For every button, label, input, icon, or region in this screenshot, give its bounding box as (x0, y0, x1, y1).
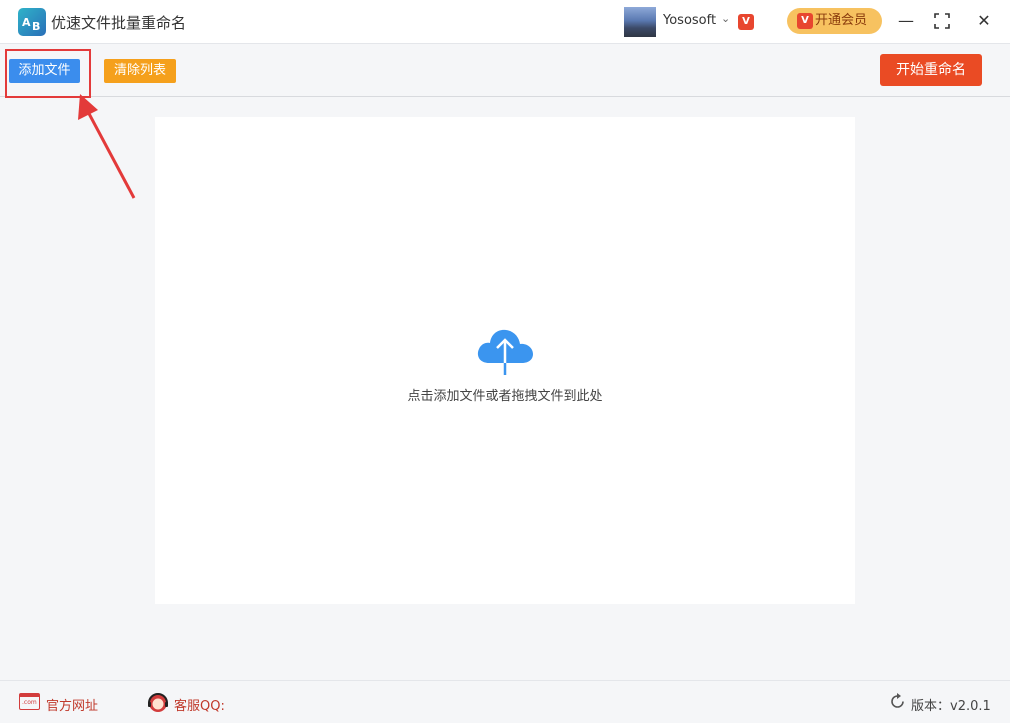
customer-service-icon[interactable] (146, 691, 170, 715)
annotation-arrow-icon (78, 94, 136, 199)
minimize-icon[interactable]: — (893, 8, 919, 34)
open-vip-label: 开通会员 (815, 13, 868, 28)
file-drop-zone[interactable]: 点击添加文件或者拖拽文件到此处 (155, 117, 855, 604)
app-title: 优速文件批量重命名 (51, 14, 187, 32)
clear-list-button[interactable]: 清除列表 (104, 59, 176, 83)
start-rename-button[interactable]: 开始重命名 (880, 54, 982, 86)
official-site-link[interactable]: 官方网址 (46, 695, 98, 714)
open-vip-button[interactable]: V 开通会员 (787, 8, 882, 34)
maximize-icon[interactable] (929, 8, 955, 34)
footer: .com 官方网址 客服QQ: 版本：v2.0.1 (0, 680, 1010, 723)
chevron-down-icon[interactable]: ⌄ (721, 12, 730, 25)
title-bar: A B 优速文件批量重命名 Yososoft ⌄ V V 开通会员 — ✕ (0, 0, 1010, 44)
username[interactable]: Yososoft (663, 13, 716, 28)
vip-badge-icon: V (738, 14, 754, 30)
version-label: 版本：v2.0.1 (911, 699, 991, 714)
website-icon[interactable]: .com (19, 693, 40, 710)
logo-letter-b: B (32, 20, 41, 33)
close-icon[interactable]: ✕ (971, 8, 997, 34)
logo-letter-a: A (22, 16, 31, 29)
service-qq-label[interactable]: 客服QQ: (174, 695, 225, 714)
website-icon-text: .com (22, 699, 37, 706)
cloud-upload-icon (477, 329, 533, 375)
app-logo-icon: A B (18, 8, 46, 36)
refresh-icon[interactable] (889, 693, 906, 710)
vip-icon: V (797, 13, 813, 29)
user-avatar[interactable] (624, 7, 656, 37)
drop-hint-text: 点击添加文件或者拖拽文件到此处 (407, 389, 603, 404)
toolbar: 添加文件 清除列表 开始重命名 (0, 44, 1010, 97)
